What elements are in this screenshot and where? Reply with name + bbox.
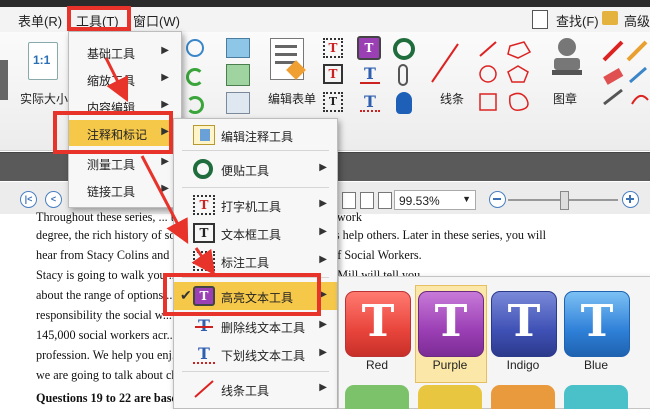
- instruction-arrows: [104, 57, 216, 276]
